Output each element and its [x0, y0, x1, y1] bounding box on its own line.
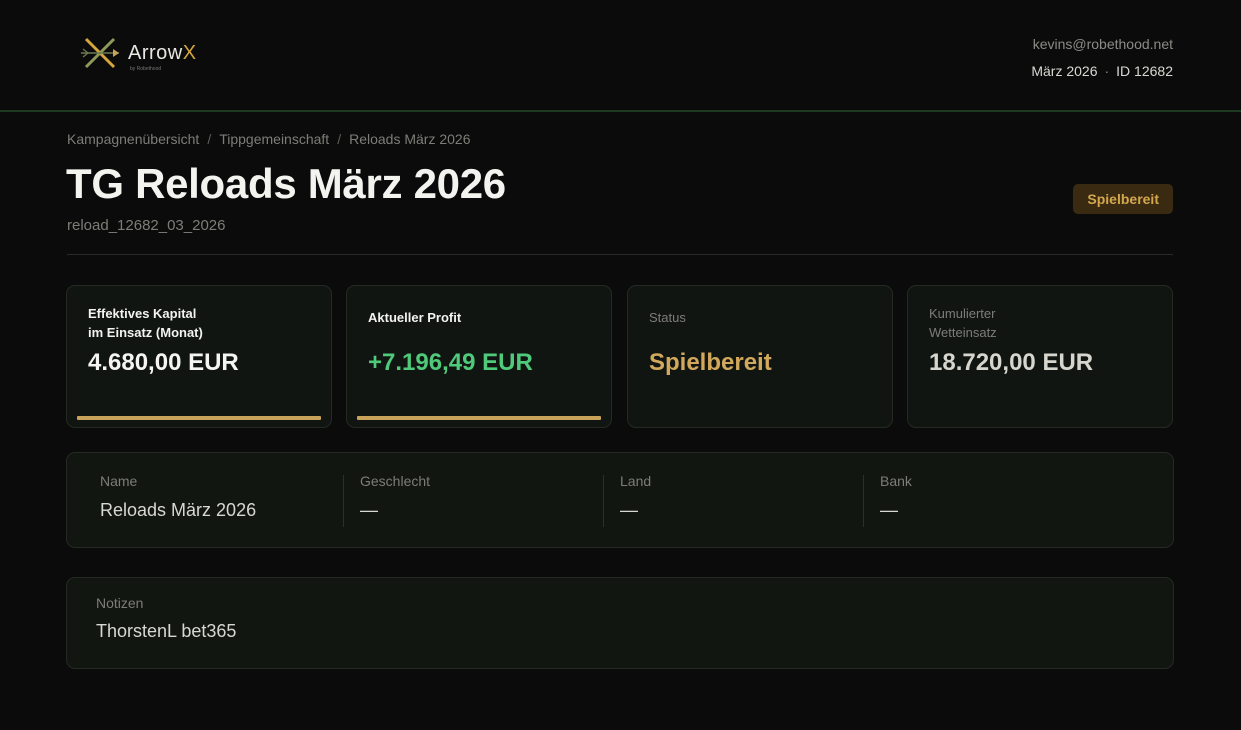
- kpi-label: Aktueller Profit: [368, 310, 462, 325]
- kpi-card-profit: Aktueller Profit +7.196,49 EUR: [346, 285, 612, 428]
- detail-value: —: [360, 500, 378, 520]
- notes-panel: Notizen ThorstenL bet365: [66, 577, 1174, 669]
- detail-label: Geschlecht: [360, 473, 431, 489]
- kpi-card-status: Status Spielbereit: [627, 285, 893, 428]
- logo-subline: by Robethood: [130, 65, 162, 72]
- details-panel: Name Reloads März 2026 Geschlecht — Land…: [66, 452, 1174, 548]
- kpi-value: +7.196,49 EUR: [368, 349, 533, 376]
- kpi-accent-bar: [357, 416, 601, 420]
- arrowx-logo-icon: [81, 37, 119, 69]
- detail-value: Reloads März 2026: [100, 500, 257, 520]
- top-bar: ArrowX by Robethood kevins@robethood.net…: [0, 0, 1241, 112]
- logo-wordmark: ArrowX: [128, 41, 197, 64]
- user-email: kevins@robethood.net: [1032, 36, 1173, 52]
- user-info: kevins@robethood.net März 2026 · ID 12682: [1031, 36, 1173, 79]
- column-divider: [343, 475, 344, 527]
- kpi-label: Status: [649, 310, 686, 325]
- breadcrumb: Kampagnenübersicht / Tippgemeinschaft / Relo…: [67, 131, 470, 147]
- detail-value: —: [620, 500, 638, 520]
- kpi-accent-bar: [77, 416, 321, 420]
- detail-label: Bank: [880, 473, 912, 489]
- user-id: ID 12682: [1116, 63, 1173, 79]
- column-divider: [863, 475, 864, 527]
- breadcrumb-item-current: Reloads März 2026: [349, 131, 471, 147]
- detail-label: Land: [620, 473, 652, 489]
- logo-text: ArrowX by Robethood: [128, 41, 197, 72]
- kpi-value: 4.680,00 EUR: [88, 349, 239, 376]
- period-label: März 2026: [1031, 63, 1098, 79]
- logo[interactable]: ArrowX by Robethood: [80, 36, 197, 72]
- breadcrumb-separator: /: [337, 131, 342, 147]
- column-divider: [603, 475, 604, 527]
- divider: [67, 254, 1173, 255]
- breadcrumb-item-group[interactable]: Tippgemeinschaft: [219, 131, 329, 147]
- detail-value: —: [880, 500, 898, 520]
- detail-label: Name: [100, 473, 138, 489]
- meta-separator: ·: [1104, 63, 1110, 79]
- status-badge: Spielbereit: [1073, 184, 1173, 214]
- breadcrumb-item-campaigns[interactable]: Kampagnenübersicht: [67, 131, 199, 147]
- user-meta: März 2026 · ID 12682: [1031, 63, 1173, 79]
- campaign-id: reload_12682_03_2026: [67, 217, 226, 234]
- notes-value: ThorstenL bet365: [96, 621, 237, 641]
- kpi-value: 18.720,00 EUR: [929, 349, 1094, 376]
- page-title: TG Reloads März 2026: [66, 160, 506, 207]
- notes-label: Notizen: [96, 595, 144, 611]
- kpi-value: Spielbereit: [649, 349, 772, 376]
- kpi-card-stake: Kumulierter Wetteinsatz 18.720,00 EUR: [907, 285, 1173, 428]
- kpi-card-capital: Effektives Kapital im Einsatz (Monat) 4.6…: [66, 285, 332, 428]
- kpi-label: Kumulierter Wetteinsatz: [929, 306, 997, 340]
- kpi-label: Effektives Kapital im Einsatz (Monat): [88, 306, 203, 340]
- breadcrumb-separator: /: [207, 131, 212, 147]
